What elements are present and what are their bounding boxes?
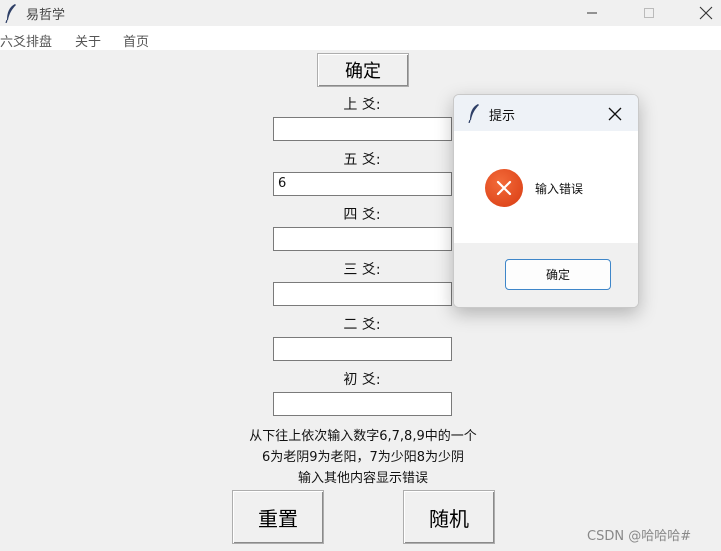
menu-bar: 六爻排盘 关于 首页 — [0, 26, 721, 50]
dialog-close-button[interactable] — [604, 103, 626, 125]
random-button[interactable]: 随机 — [403, 490, 495, 544]
field-input-third[interactable] — [273, 282, 452, 306]
watermark: CSDN @哈哈哈# — [587, 529, 692, 544]
instruction-line-2: 6为老阴9为老阳，7为少阳8为少阴 — [261, 450, 465, 465]
menu-item-home[interactable]: 首页 — [123, 31, 149, 50]
window-title: 易哲学 — [26, 8, 66, 23]
title-bar: 易哲学 — [0, 0, 721, 26]
field-input-fourth[interactable] — [273, 227, 452, 251]
instruction-line-3: 输入其他内容显示错误 — [297, 471, 428, 486]
error-dialog: 提示 输入错误 确定 — [453, 94, 639, 308]
field-label-second: 二 爻: — [343, 317, 381, 333]
dialog-message: 输入错误 — [535, 182, 584, 196]
instruction-line-1: 从下往上依次输入数字6,7,8,9中的一个 — [249, 429, 477, 444]
dialog-body: 输入错误 — [454, 131, 638, 243]
reset-button[interactable]: 重置 — [232, 490, 324, 544]
minimize-icon — [587, 12, 597, 14]
close-icon — [699, 6, 713, 20]
field-label-fifth: 五 爻: — [343, 152, 381, 168]
field-label-first: 初 爻: — [343, 372, 381, 388]
menu-item-about[interactable]: 关于 — [75, 31, 101, 50]
dialog-footer: 确定 — [454, 243, 638, 307]
field-label-top: 上 爻: — [343, 97, 381, 113]
feather-icon — [468, 104, 479, 123]
feather-icon — [5, 4, 16, 23]
maximize-icon — [644, 8, 654, 18]
field-input-first[interactable] — [273, 392, 452, 416]
field-label-fourth: 四 爻: — [343, 207, 381, 223]
confirm-button[interactable]: 确定 — [317, 53, 409, 87]
field-label-third: 三 爻: — [343, 262, 381, 278]
close-button[interactable] — [683, 0, 721, 26]
field-input-fifth[interactable]: 6 — [273, 172, 452, 196]
maximize-button[interactable] — [626, 0, 672, 26]
menu-item-liuyao[interactable]: 六爻排盘 — [0, 31, 52, 50]
field-input-top[interactable] — [273, 117, 452, 141]
field-input-second[interactable] — [273, 337, 452, 361]
dialog-header: 提示 — [454, 95, 638, 131]
close-icon — [608, 107, 622, 121]
dialog-title: 提示 — [489, 109, 516, 124]
error-icon — [485, 169, 523, 207]
dialog-ok-button[interactable]: 确定 — [505, 259, 611, 290]
minimize-button[interactable] — [569, 0, 615, 26]
